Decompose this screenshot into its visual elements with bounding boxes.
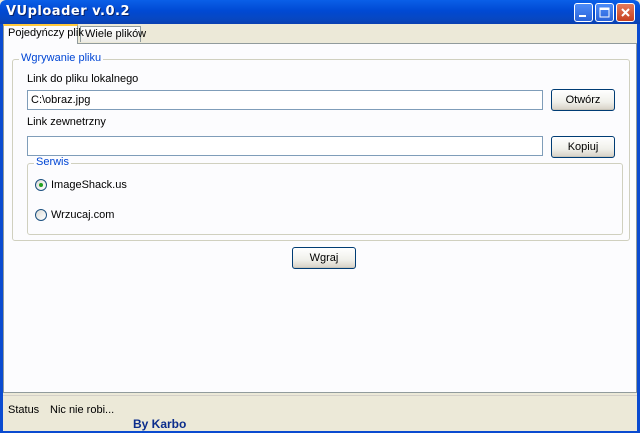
- upload-group-legend: Wgrywanie pliku: [19, 52, 104, 64]
- app-window: VUploader v.0.2 Pojedyńczy plik Wiele pl…: [0, 0, 640, 433]
- status-label: Status: [8, 404, 40, 416]
- maximize-icon: [599, 7, 610, 18]
- open-button[interactable]: Otwórz: [551, 89, 615, 111]
- upload-group: Wgrywanie pliku Link do pliku lokalnego …: [12, 52, 630, 241]
- tab-panel-single-file: Wgrywanie pliku Link do pliku lokalnego …: [3, 43, 637, 393]
- tab-single-file[interactable]: Pojedyńczy plik: [3, 24, 84, 44]
- tab-multiple-files[interactable]: Wiele plików: [80, 26, 146, 42]
- author-credit: By Karbo: [133, 417, 187, 431]
- copy-button[interactable]: Kopiuj: [551, 136, 615, 158]
- status-text: Nic nie robi...: [50, 404, 115, 416]
- minimize-button[interactable]: [574, 3, 593, 22]
- close-icon: [621, 8, 630, 17]
- close-button[interactable]: [616, 3, 635, 22]
- external-link-label: Link zewnetrzny: [27, 116, 106, 128]
- upload-button[interactable]: Wgraj: [292, 247, 356, 269]
- minimize-icon: [579, 15, 586, 17]
- local-file-input[interactable]: [27, 90, 543, 110]
- local-file-label: Link do pliku lokalnego: [27, 73, 139, 85]
- service-option-label: Wrzucaj.com: [51, 209, 115, 221]
- radio-button[interactable]: [35, 209, 47, 221]
- status-bar: Status Nic nie robi... By Karbo: [3, 395, 637, 431]
- title-bar[interactable]: VUploader v.0.2: [0, 0, 640, 24]
- service-group-legend: Serwis: [34, 156, 72, 168]
- window-title: VUploader v.0.2: [6, 4, 131, 19]
- external-link-input[interactable]: [27, 136, 543, 156]
- service-option-label: ImageShack.us: [51, 179, 127, 191]
- maximize-button[interactable]: [595, 3, 614, 22]
- tab-strip: Pojedyńczy plik Wiele plików: [3, 24, 637, 44]
- radio-button-checked[interactable]: [35, 179, 47, 191]
- service-group: Serwis ImageShack.us Wrzucaj.com: [27, 156, 623, 235]
